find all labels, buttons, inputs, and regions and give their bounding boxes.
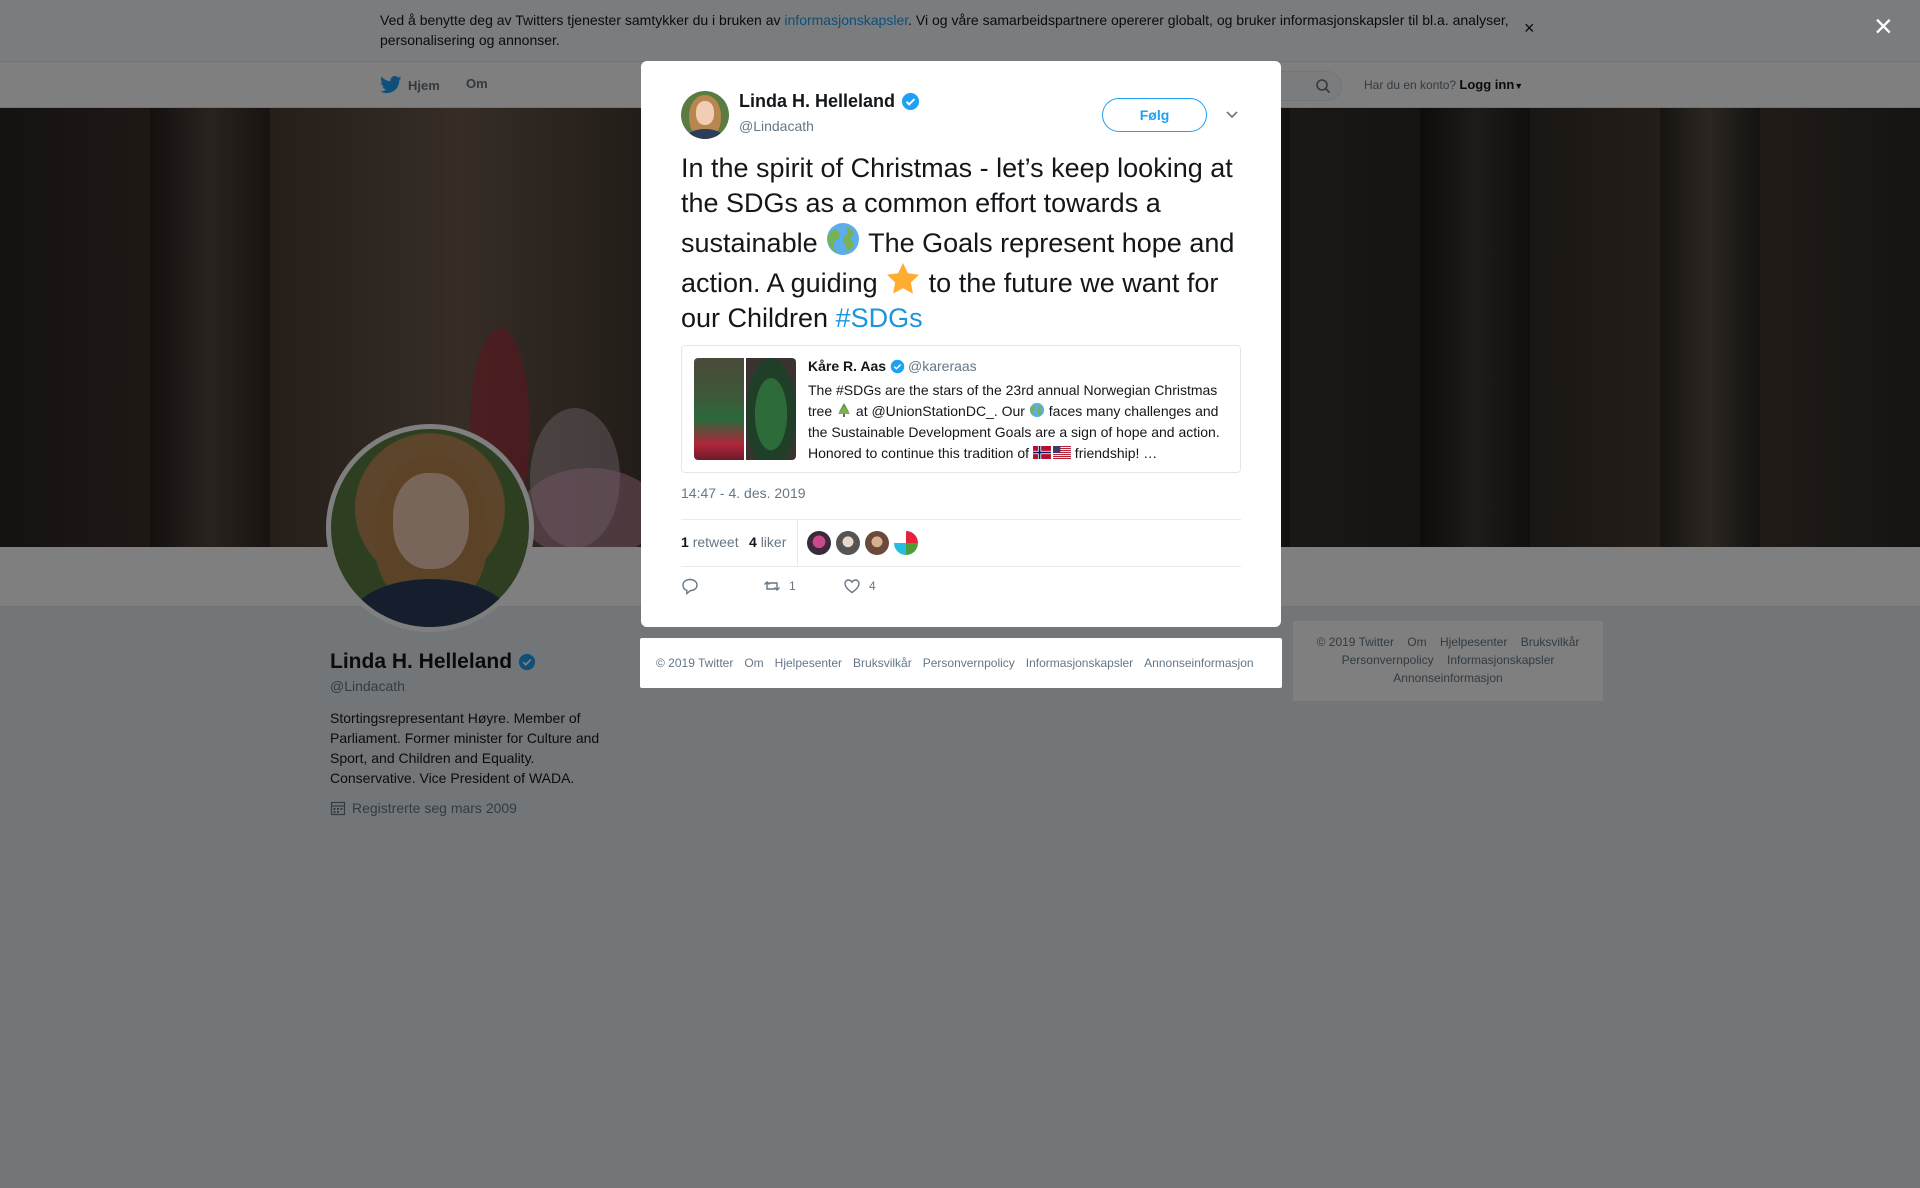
like-button[interactable]: 4	[843, 577, 876, 595]
like-label: liker	[760, 534, 787, 550]
liker-avatar[interactable]	[836, 531, 860, 555]
footer-link[interactable]: Om	[744, 656, 763, 670]
earth-globe-emoji-icon	[827, 223, 860, 255]
follow-button[interactable]: Følg	[1102, 98, 1207, 132]
avatar-shirt	[687, 129, 723, 139]
quoted-tweet-media[interactable]	[694, 358, 796, 460]
star-emoji-icon	[887, 263, 920, 294]
media-photo	[694, 358, 744, 460]
author-avatar[interactable]	[681, 91, 729, 139]
footer-link[interactable]: Hjelpesenter	[775, 656, 842, 670]
usa-flag-emoji-icon	[1052, 446, 1071, 459]
verified-badge-icon	[890, 359, 905, 373]
reply-button[interactable]	[681, 577, 707, 595]
quoted-author-name-text: Kåre R. Aas	[808, 358, 887, 374]
hashtag-link[interactable]: #SDGs	[836, 303, 923, 333]
heart-icon	[844, 579, 860, 594]
quoted-author-handle: @kareraas	[908, 358, 977, 374]
retweet-action-count: 1	[789, 579, 796, 593]
christmas-tree-emoji-icon	[838, 403, 851, 417]
tweet-modal: Linda H. Helleland @Lindacath Følg In th…	[641, 61, 1281, 627]
liker-avatar[interactable]	[807, 531, 831, 555]
footer-link[interactable]: Annonseinformasjon	[1144, 656, 1253, 670]
liker-avatar[interactable]	[894, 531, 918, 555]
tweet-text: In the spirit of Christmas - let’s keep …	[681, 151, 1241, 336]
verified-badge-icon	[901, 92, 920, 111]
tweet-stats: 1 retweet 4 liker	[681, 519, 1241, 567]
chevron-down-icon[interactable]	[1225, 107, 1239, 121]
quoted-tweet-text: The #SDGs are the stars of the 23rd annu…	[808, 380, 1232, 464]
like-action-count: 4	[869, 579, 876, 593]
retweet-stat[interactable]: 1 retweet	[681, 534, 739, 550]
author-name-text: Linda H. Helleland	[739, 91, 896, 111]
footer-link[interactable]: Personvernpolicy	[923, 656, 1015, 670]
quoted-author-name: Kåre R. Aas	[808, 358, 905, 374]
quote-text-part: at @UnionStationDC_. Our	[852, 403, 1029, 419]
retweet-button[interactable]: 1	[763, 577, 796, 595]
norway-flag-emoji-icon	[1032, 446, 1051, 459]
like-count: 4	[749, 534, 757, 550]
footer-link[interactable]: Bruksvilkår	[853, 656, 912, 670]
divider	[797, 520, 798, 566]
quote-text-part: friendship! …	[1070, 445, 1158, 461]
close-icon[interactable]: ×	[1874, 10, 1893, 42]
quoted-tweet[interactable]: Kåre R. Aas @kareraas The #SDGs are the …	[681, 345, 1241, 473]
liker-avatars	[807, 531, 918, 555]
like-stat[interactable]: 4 liker	[749, 534, 786, 550]
footer-link[interactable]: Informasjonskapsler	[1026, 656, 1133, 670]
reply-icon	[682, 578, 698, 595]
avatar-face	[696, 101, 714, 125]
modal-footer: © 2019 Twitter Om Hjelpesenter Bruksvilk…	[640, 638, 1282, 688]
retweet-count: 1	[681, 534, 689, 550]
author-name[interactable]: Linda H. Helleland	[739, 91, 920, 112]
retweet-label: retweet	[692, 534, 739, 550]
footer-link[interactable]: © 2019 Twitter	[656, 656, 733, 670]
earth-globe-emoji-icon	[1029, 402, 1044, 418]
liker-avatar[interactable]	[865, 531, 889, 555]
tweet-timestamp[interactable]: 14:47 - 4. des. 2019	[681, 485, 806, 501]
author-handle[interactable]: @Lindacath	[739, 118, 814, 134]
tweet-actions: 1 4	[681, 577, 981, 601]
retweet-icon	[764, 581, 780, 591]
media-photo	[746, 358, 796, 460]
